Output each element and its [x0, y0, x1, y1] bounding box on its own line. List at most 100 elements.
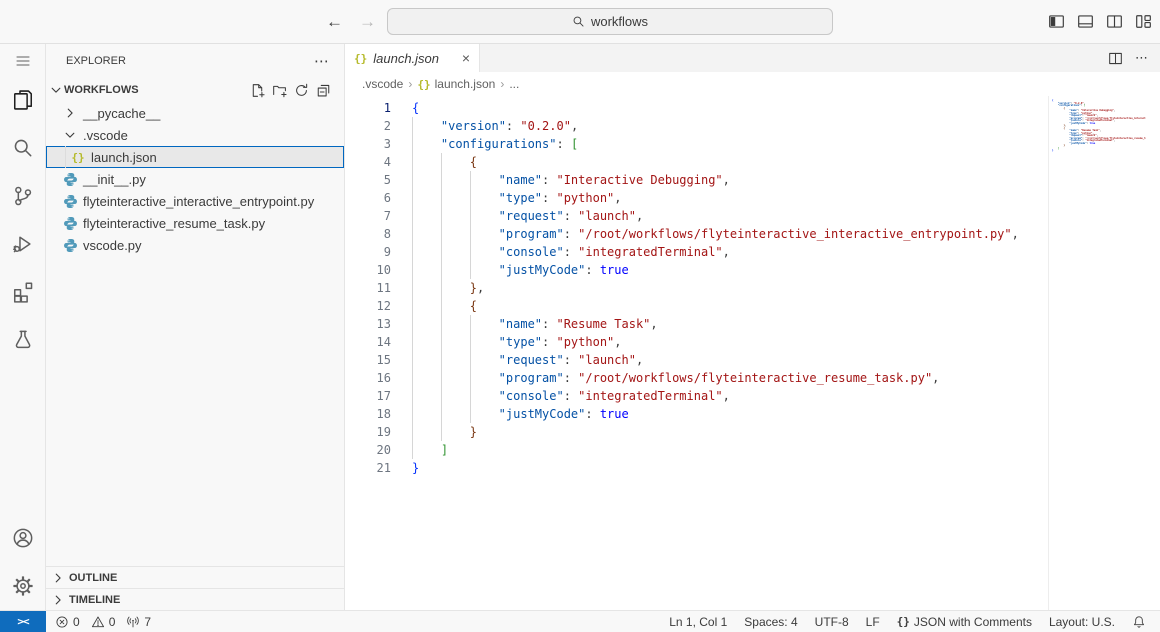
status-language-mode[interactable]: {}JSON with Comments: [897, 615, 1032, 629]
command-center-search[interactable]: workflows: [387, 8, 833, 35]
tree-item-vscode-py[interactable]: vscode.py: [46, 234, 344, 256]
status-portss[interactable]: 7: [126, 615, 151, 629]
activity-search[interactable]: [0, 124, 46, 172]
refresh-button[interactable]: [294, 83, 309, 98]
editor-more-actions[interactable]: ⋯: [1135, 50, 1148, 66]
status-bar: >< 007 Ln 1, Col 1Spaces: 4UTF-8LF{}JSON…: [0, 610, 1160, 632]
breadcrumb-item[interactable]: {}launch.json: [417, 77, 495, 91]
code-line-16: 16"program": "/root/workflows/flyteinter…: [345, 369, 1048, 387]
breadcrumb-separator: ›: [500, 77, 504, 91]
explorer-actions: [250, 83, 331, 98]
status-indentation[interactable]: Spaces: 4: [744, 615, 797, 629]
line-number: 2: [345, 117, 391, 135]
minimap-line: }: [1052, 150, 1146, 153]
tree-item-launch-json[interactable]: {}launch.json: [46, 146, 344, 168]
line-number: 21: [345, 459, 391, 477]
editor-group: {} launch.json × ⋯ .vscode › {}launch.json…: [345, 44, 1160, 610]
new-file-button[interactable]: [250, 83, 265, 98]
status-warnings[interactable]: 0: [91, 615, 116, 629]
workbench: EXPLORER ⋯ WORKFLOWS __pycache__.vscode{…: [0, 44, 1160, 610]
outline-panel-header[interactable]: OUTLINE: [46, 566, 344, 588]
line-number: 18: [345, 405, 391, 423]
line-number: 19: [345, 423, 391, 441]
collapse-all-button[interactable]: [316, 83, 331, 98]
search-icon: [572, 15, 585, 28]
tree-item-flyteinteractive-interactive-entrypoint-py[interactable]: flyteinteractive_interactive_entrypoint.…: [46, 190, 344, 212]
status-eol[interactable]: LF: [866, 615, 880, 629]
status-notifications[interactable]: [1132, 615, 1146, 629]
activity-source-control[interactable]: [0, 172, 46, 220]
toggle-panel-button[interactable]: [1077, 13, 1094, 30]
timeline-panel-header[interactable]: TIMELINE: [46, 588, 344, 610]
forward-button[interactable]: →: [359, 12, 376, 32]
breadcrumb-item[interactable]: ...: [509, 77, 519, 91]
tree-item--pycache-[interactable]: __pycache__: [46, 102, 344, 124]
close-icon[interactable]: ×: [462, 50, 470, 66]
minimap[interactable]: { "version": "0.2.0", "configurations": …: [1048, 96, 1146, 610]
tab-bar: {} launch.json × ⋯: [345, 44, 1160, 72]
remote-indicator[interactable]: ><: [0, 611, 46, 632]
sidebar-more-actions[interactable]: ⋯: [314, 52, 330, 70]
line-number: 1: [345, 99, 391, 117]
toggle-secondary-sidebar-button[interactable]: [1106, 13, 1123, 30]
status-cursor-position[interactable]: Ln 1, Col 1: [669, 615, 727, 629]
split-editor-icon[interactable]: [1108, 51, 1123, 66]
chevron-down-icon: [62, 127, 78, 143]
activity-settings[interactable]: [0, 562, 46, 610]
code-editor[interactable]: 1{2"version": "0.2.0",3"configurations":…: [345, 96, 1160, 610]
tree-item-label: __init__.py: [83, 172, 146, 187]
code-line-20: 20]: [345, 441, 1048, 459]
activity-run-and-debug[interactable]: [0, 220, 46, 268]
braces-icon: {}: [897, 615, 910, 628]
new-folder-button[interactable]: [272, 83, 287, 98]
outline-label: OUTLINE: [69, 572, 117, 584]
tree-item-label: __pycache__: [83, 106, 160, 121]
code-line-15: 15"request": "launch",: [345, 351, 1048, 369]
json-icon: {}: [417, 78, 430, 91]
tree-item--init-py[interactable]: __init__.py: [46, 168, 344, 190]
toggle-primary-sidebar-button[interactable]: [1048, 13, 1065, 30]
scm-icon: [12, 185, 34, 207]
line-number: 13: [345, 315, 391, 333]
code-line-8: 8"program": "/root/workflows/flyteintera…: [345, 225, 1048, 243]
line-number: 12: [345, 297, 391, 315]
status-errors[interactable]: 0: [55, 615, 80, 629]
workflows-section-header[interactable]: WORKFLOWS: [46, 78, 344, 102]
status-keyboard-layout[interactable]: Layout: U.S.: [1049, 615, 1115, 629]
tab-launch-json[interactable]: {} launch.json ×: [345, 44, 480, 72]
code-line-10: 10"justMyCode": true: [345, 261, 1048, 279]
chevron-right-icon: [50, 570, 66, 586]
tree-item--vscode[interactable]: .vscode: [46, 124, 344, 146]
activity-explorer[interactable]: [0, 76, 46, 124]
line-number: 4: [345, 153, 391, 171]
menu-icon: [15, 53, 31, 69]
tree-item-label: flyteinteractive_resume_task.py: [83, 216, 265, 231]
activity-menu[interactable]: [0, 46, 46, 76]
status-encoding[interactable]: UTF-8: [815, 615, 849, 629]
bell-icon: [1132, 615, 1146, 629]
chevron-down-icon: [48, 82, 64, 98]
activity-testing[interactable]: [0, 316, 46, 364]
warning-icon: [91, 615, 105, 629]
code-line-9: 9"console": "integratedTerminal",: [345, 243, 1048, 261]
line-number: 8: [345, 225, 391, 243]
sidebar-title: EXPLORER: [66, 55, 314, 67]
code-line-4: 4{: [345, 153, 1048, 171]
ports-icon: [126, 615, 140, 629]
json-icon: {}: [354, 52, 367, 65]
workspace-name: WORKFLOWS: [64, 84, 250, 96]
breadcrumb: .vscode›{}launch.json›...: [345, 72, 1160, 96]
breadcrumb-item[interactable]: .vscode: [362, 77, 403, 91]
activity-bar: [0, 44, 46, 610]
activity-extensions[interactable]: [0, 268, 46, 316]
activity-accounts[interactable]: [0, 514, 46, 562]
status-right: Ln 1, Col 1 Spaces: 4 UTF-8 LF {}JSON with C…: [669, 615, 1146, 629]
tree-item-label: launch.json: [91, 150, 157, 165]
customize-layout-button[interactable]: [1135, 13, 1152, 30]
back-button[interactable]: ←: [326, 12, 343, 32]
tree-item-flyteinteractive-resume-task-py[interactable]: flyteinteractive_resume_task.py: [46, 212, 344, 234]
code-line-5: 5"name": "Interactive Debugging",: [345, 171, 1048, 189]
files-icon: [12, 89, 34, 111]
line-number: 6: [345, 189, 391, 207]
code-line-6: 6"type": "python",: [345, 189, 1048, 207]
